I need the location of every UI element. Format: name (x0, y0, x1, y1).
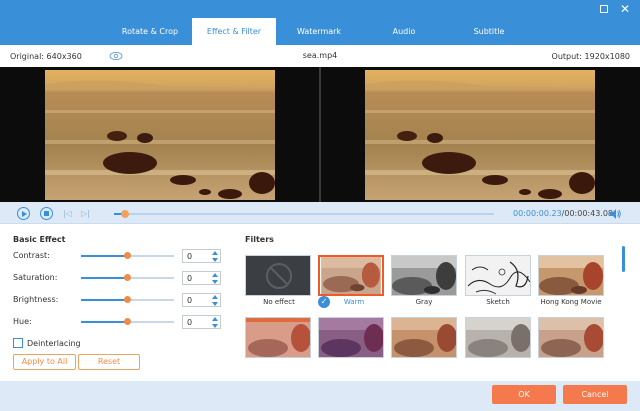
file-name: sea.mp4 (302, 51, 338, 60)
settings-panel: Basic Effect Contrast: 0 Saturation: 0 B… (0, 224, 640, 381)
maximize-icon[interactable] (598, 3, 610, 15)
tab-watermark[interactable]: Watermark (276, 18, 362, 45)
saturation-slider[interactable] (81, 274, 174, 281)
output-preview (365, 70, 595, 200)
tab-audio[interactable]: Audio (362, 18, 446, 45)
selected-check-icon: ✓ (318, 296, 330, 308)
next-frame-icon[interactable]: ▷| (81, 209, 91, 218)
preview-area (0, 67, 640, 202)
reset-button[interactable]: Reset (78, 354, 140, 370)
decrement-icon[interactable] (212, 302, 218, 306)
contrast-slider[interactable] (81, 252, 174, 259)
brightness-slider-fill (81, 299, 128, 301)
saturation-value: 0 (187, 274, 193, 283)
brightness-slider[interactable] (81, 296, 174, 303)
close-icon[interactable]: ✕ (619, 3, 631, 15)
brightness-slider-thumb[interactable] (124, 296, 131, 303)
filters-title: Filters (245, 235, 274, 244)
deinterlacing-label: Deinterlacing (27, 339, 81, 348)
filter-warm[interactable] (318, 255, 384, 296)
saturation-slider-fill (81, 277, 128, 279)
brightness-label: Brightness: (13, 295, 59, 304)
hue-slider[interactable] (81, 318, 174, 325)
increment-icon[interactable] (212, 317, 218, 321)
hue-row: Hue: 0 (13, 315, 233, 329)
brightness-row: Brightness: 0 (13, 293, 233, 307)
increment-icon[interactable] (212, 251, 218, 255)
saturation-label: Saturation: (13, 273, 58, 282)
hue-label: Hue: (13, 317, 32, 326)
apply-to-all-button[interactable]: Apply to All (13, 354, 76, 370)
contrast-slider-thumb[interactable] (124, 252, 131, 259)
filter-no-effect[interactable] (245, 255, 311, 296)
title-bar: Rotate & Crop Effect & Filter Watermark … (0, 0, 640, 45)
increment-icon[interactable] (212, 273, 218, 277)
brightness-value: 0 (187, 296, 193, 305)
filter-label-hong-kong-movie: Hong Kong Movie (540, 298, 602, 306)
filters-scrollbar[interactable] (622, 246, 625, 272)
contrast-stepper[interactable]: 0 (182, 249, 221, 263)
filter-tile-7[interactable] (318, 317, 384, 358)
brightness-stepper[interactable]: 0 (182, 293, 221, 307)
increment-icon[interactable] (212, 295, 218, 299)
contrast-value: 0 (187, 252, 193, 261)
contrast-row: Contrast: 0 (13, 249, 233, 263)
saturation-slider-thumb[interactable] (124, 274, 131, 281)
footer-bar: OK Cancel (0, 381, 640, 411)
original-preview (45, 70, 275, 200)
decrement-icon[interactable] (212, 324, 218, 328)
filter-label-gray: Gray (415, 298, 433, 306)
filter-hong-kong-movie[interactable] (538, 255, 604, 296)
decrement-icon[interactable] (212, 258, 218, 262)
saturation-row: Saturation: 0 (13, 271, 233, 285)
hue-slider-fill (81, 321, 128, 323)
time-display: 00:00:00.23/00:00:43.08 (513, 209, 613, 218)
decrement-icon[interactable] (212, 280, 218, 284)
basic-effect-title: Basic Effect (13, 235, 66, 244)
volume-icon[interactable] (609, 208, 621, 220)
filter-tile-9[interactable] (465, 317, 531, 358)
filter-label-sketch: Sketch (486, 298, 510, 306)
hue-value: 0 (187, 318, 193, 327)
preview-divider (319, 67, 321, 202)
tab-rotate-crop[interactable]: Rotate & Crop (108, 18, 192, 45)
ok-button[interactable]: OK (492, 385, 556, 404)
contrast-slider-fill (81, 255, 128, 257)
contrast-label: Contrast: (13, 251, 50, 260)
hue-slider-thumb[interactable] (124, 318, 131, 325)
saturation-stepper[interactable]: 0 (182, 271, 221, 285)
info-bar: Original: 640x360 sea.mp4 Output: 1920x1… (0, 45, 640, 67)
timeline-slider[interactable] (114, 210, 494, 218)
deinterlacing-checkbox[interactable] (13, 338, 23, 348)
tab-subtitle[interactable]: Subtitle (446, 18, 532, 45)
filter-label-no-effect: No effect (263, 298, 295, 306)
play-button[interactable] (17, 207, 30, 220)
stop-button[interactable] (40, 207, 53, 220)
hue-stepper[interactable]: 0 (182, 315, 221, 329)
output-resolution: Output: 1920x1080 (551, 52, 630, 61)
timeline-thumb[interactable] (121, 210, 130, 218)
filter-tile-10[interactable] (538, 317, 604, 358)
current-time: 00:00:00.23 (513, 209, 562, 218)
cancel-button[interactable]: Cancel (563, 385, 627, 404)
previous-frame-icon[interactable]: |◁ (63, 209, 73, 218)
filter-gray[interactable] (391, 255, 457, 296)
filter-sketch[interactable] (465, 255, 531, 296)
filter-tile-6[interactable] (245, 317, 311, 358)
playback-controls: |◁ ▷| 00:00:00.23/00:00:43.08 (0, 202, 640, 224)
total-time: /00:00:43.08 (561, 209, 614, 218)
filter-tile-8[interactable] (391, 317, 457, 358)
tab-strip: Rotate & Crop Effect & Filter Watermark … (108, 18, 532, 45)
tab-effect-filter[interactable]: Effect & Filter (192, 18, 276, 45)
